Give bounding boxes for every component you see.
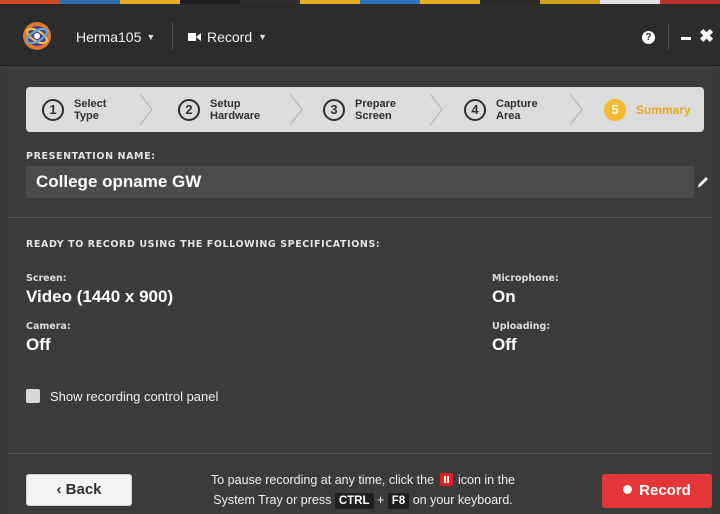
screen-value: Video (1440 x 900) xyxy=(26,287,174,306)
uploading-label: Uploading: xyxy=(492,321,551,332)
pause-hint: To pause recording at any time, click th… xyxy=(211,473,515,509)
step-prepare-screen[interactable]: 3 Prepare Screen xyxy=(323,87,415,132)
step-label: Setup Hardware xyxy=(210,97,261,122)
help-icon[interactable]: ? xyxy=(642,31,655,44)
step-summary[interactable]: 5 Summary xyxy=(604,87,696,132)
ctrl-key: CTRL xyxy=(334,493,374,509)
chevron-right-icon xyxy=(429,93,443,126)
uploading-value: Off xyxy=(492,335,517,354)
back-button-label: Back xyxy=(65,481,102,498)
minimize-icon[interactable] xyxy=(681,37,691,40)
microphone-label: Microphone: xyxy=(492,273,559,284)
title-bar: Herma105 ▼ Record ▼ ? ✖ xyxy=(0,4,720,66)
camera-value: Off xyxy=(26,335,51,354)
step-setup-hardware[interactable]: 2 Setup Hardware xyxy=(178,87,270,132)
chevron-right-icon xyxy=(569,93,583,126)
show-control-panel-label[interactable]: Show recording control panel xyxy=(50,389,218,404)
screen-label: Screen: xyxy=(26,273,67,284)
record-menu-label: Record xyxy=(207,29,253,45)
step-label: Capture Area xyxy=(496,97,538,122)
specs-heading: READY TO RECORD USING THE FOLLOWING SPEC… xyxy=(26,239,381,250)
user-menu[interactable]: Herma105 ▼ xyxy=(76,29,155,45)
presentation-name-field[interactable]: College opname GW xyxy=(26,166,694,198)
presentation-name-label: PRESENTATION NAME: xyxy=(26,151,156,162)
section-divider xyxy=(8,217,712,218)
microphone-value: On xyxy=(492,287,516,306)
record-menu[interactable]: Record ▼ xyxy=(188,29,267,45)
chevron-right-icon xyxy=(139,93,153,126)
footer-divider xyxy=(8,453,712,454)
step-capture-area[interactable]: 4 Capture Area xyxy=(464,87,556,132)
step-label: Summary xyxy=(636,102,691,117)
toolbar-divider xyxy=(172,22,173,50)
record-button[interactable]: Record xyxy=(602,474,712,508)
pause-icon xyxy=(439,473,453,486)
step-number: 4 xyxy=(464,98,486,121)
chevron-down-icon: ▼ xyxy=(258,32,268,42)
step-number: 3 xyxy=(323,98,345,121)
step-label: Prepare Screen xyxy=(355,97,396,122)
record-dot-icon xyxy=(623,485,633,494)
app-logo-icon[interactable] xyxy=(22,21,52,51)
back-button[interactable]: ‹ Back xyxy=(26,474,132,506)
step-label: Select Type xyxy=(74,97,107,122)
step-number: 2 xyxy=(178,98,200,121)
toolbar-divider xyxy=(668,24,669,50)
step-number: 5 xyxy=(604,98,626,121)
f8-key: F8 xyxy=(387,493,410,509)
video-camera-icon xyxy=(188,33,201,41)
user-name: Herma105 xyxy=(76,29,142,45)
chevron-down-icon: ▼ xyxy=(146,32,156,42)
show-control-panel-checkbox[interactable] xyxy=(26,389,40,403)
camera-label: Camera: xyxy=(26,321,71,332)
summary-panel: 1 Select Type 2 Setup Hardware 3 Prepare Sc… xyxy=(8,67,712,514)
record-button-label: Record xyxy=(639,482,691,499)
close-icon[interactable]: ✖ xyxy=(699,26,714,46)
pencil-icon[interactable] xyxy=(696,175,710,189)
step-select-type[interactable]: 1 Select Type xyxy=(42,87,134,132)
step-number: 1 xyxy=(42,98,64,121)
chevron-left-icon: ‹ xyxy=(56,481,62,498)
wizard-steps: 1 Select Type 2 Setup Hardware 3 Prepare Sc… xyxy=(26,87,704,132)
chevron-right-icon xyxy=(289,93,303,126)
